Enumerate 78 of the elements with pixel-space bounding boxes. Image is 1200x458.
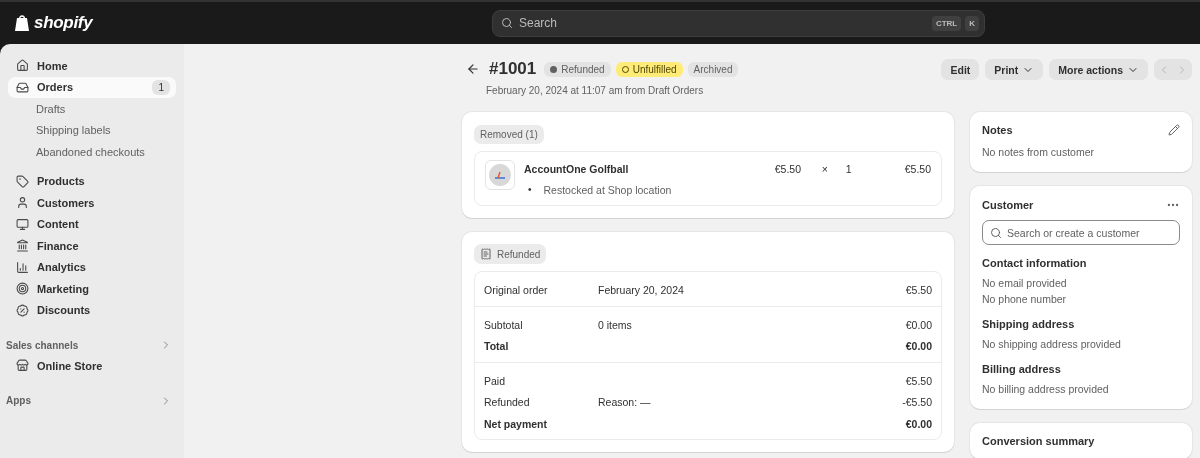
sidebar-item[interactable]: Content xyxy=(8,213,176,235)
summary-amount: €5.50 xyxy=(905,283,932,297)
customer-search-field[interactable]: Search or create a customer xyxy=(982,220,1180,245)
summary-label: Total xyxy=(484,339,510,353)
sidebar-item[interactable]: Finance xyxy=(8,235,176,257)
nav-icon xyxy=(16,80,29,94)
logo-text[interactable]: shopify xyxy=(34,13,93,33)
nav-icon xyxy=(16,239,29,253)
nav-icon xyxy=(16,282,29,296)
summary-amount: €5.50 xyxy=(905,373,932,387)
sidebar-item[interactable]: Abandoned checkouts xyxy=(8,141,176,163)
summary-amount: €0.00 xyxy=(905,416,932,430)
quantity: 1 xyxy=(845,162,853,177)
receipt-icon xyxy=(480,248,492,260)
sidebar-item[interactable]: Drafts xyxy=(8,98,176,120)
section-heading: Shipping address xyxy=(982,318,1076,330)
summary-label: Net payment xyxy=(484,416,548,430)
edit-icon[interactable] xyxy=(1168,124,1180,136)
product-name[interactable]: AccountOne Golfball xyxy=(524,163,766,175)
nav-icon xyxy=(16,217,29,231)
refunded-label: Refunded xyxy=(474,244,547,264)
sidebar-item[interactable]: Home xyxy=(8,55,176,77)
section-heading: Contact information xyxy=(982,257,1088,269)
nav-icon xyxy=(16,174,29,188)
action-button[interactable]: More actions xyxy=(1049,59,1148,80)
status-badge: Archived xyxy=(687,61,739,77)
summary-amount: -€5.50 xyxy=(902,395,932,409)
line-total: €5.50 xyxy=(904,162,931,177)
bullet: • xyxy=(528,183,532,197)
sidebar-item[interactable]: Discounts xyxy=(8,299,176,321)
product-thumbnail xyxy=(485,160,515,190)
action-button[interactable]: Edit xyxy=(941,59,980,80)
sidebar-item[interactable]: Analytics xyxy=(8,256,176,278)
summary-label: Refunded xyxy=(484,395,531,409)
card-title: Conversion summary xyxy=(982,435,1096,447)
card-title: Customer xyxy=(982,199,1034,211)
search-icon xyxy=(990,226,1002,239)
nav-icon xyxy=(16,303,29,317)
action-button[interactable]: Print xyxy=(985,59,1044,80)
info-text: No billing address provided xyxy=(982,382,1110,397)
info-text: No email provided xyxy=(982,276,1068,291)
status-badge: Refunded xyxy=(544,61,611,77)
shopping-bag-icon xyxy=(14,14,30,32)
sidebar-item[interactable]: Products xyxy=(8,170,176,192)
nav-icon xyxy=(16,260,29,274)
sidebar-item[interactable]: Marketing xyxy=(8,278,176,300)
order-subtitle: February 20, 2024 at 11:07 am from Draft Orders xyxy=(486,85,705,96)
pager-control[interactable] xyxy=(1154,59,1192,80)
summary-detail: Reason: — xyxy=(598,395,651,409)
section-title[interactable]: Apps xyxy=(6,395,31,406)
status-badge: Unfulfilled xyxy=(615,61,683,77)
search-icon xyxy=(501,17,513,29)
section-heading: Billing address xyxy=(982,363,1062,375)
restock-note: Restocked at Shop location xyxy=(543,183,672,197)
sidebar-item[interactable]: Customers xyxy=(8,192,176,214)
info-text: No phone number xyxy=(982,292,1068,307)
summary-label: Paid xyxy=(484,373,506,387)
sidebar-item[interactable]: Orders 1 xyxy=(8,76,176,98)
info-text: No shipping address provided xyxy=(982,337,1122,352)
sidebar-item[interactable]: Shipping labels xyxy=(8,119,176,141)
card-title: Notes xyxy=(982,124,1013,136)
summary-amount: €0.00 xyxy=(905,339,932,353)
count-badge: 1 xyxy=(152,79,170,95)
store-icon xyxy=(16,359,29,373)
removed-label: Removed (1) xyxy=(474,125,544,144)
nav-icon xyxy=(16,59,29,73)
sidebar-item[interactable]: Online Store xyxy=(8,355,176,377)
nav-icon xyxy=(16,196,29,210)
summary-amount: €0.00 xyxy=(905,317,932,331)
notes-text: No notes from customer xyxy=(982,145,1096,160)
summary-detail: 0 items xyxy=(598,317,632,331)
summary-label: Original order xyxy=(484,283,549,297)
summary-label: Subtotal xyxy=(484,317,524,331)
times-sign: × xyxy=(821,162,829,177)
section-title[interactable]: Sales channels xyxy=(6,339,79,351)
unit-price: €5.50 xyxy=(774,162,802,177)
order-title: #1001 xyxy=(489,59,537,79)
summary-detail: February 20, 2024 xyxy=(598,283,684,297)
